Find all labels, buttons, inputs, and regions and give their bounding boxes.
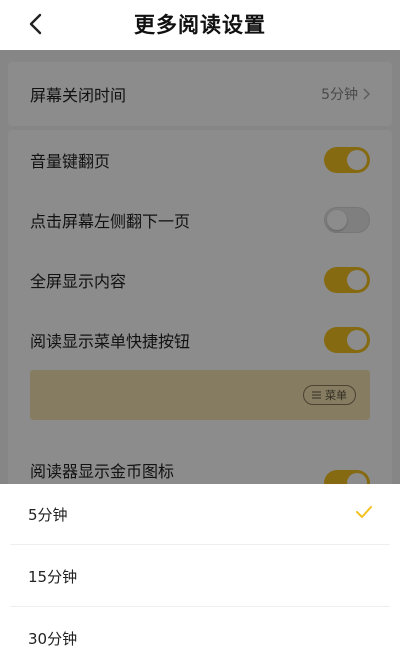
check-icon <box>356 506 372 518</box>
option-30min[interactable]: 30分钟 <box>0 608 400 666</box>
divider <box>10 544 390 545</box>
option-label: 30分钟 <box>28 629 78 648</box>
option-label: 15分钟 <box>28 567 78 586</box>
option-label: 5分钟 <box>28 505 68 524</box>
option-5min[interactable]: 5分钟 <box>0 484 400 544</box>
option-15min[interactable]: 15分钟 <box>0 546 400 606</box>
top-bar: 更多阅读设置 <box>0 0 400 50</box>
page-title: 更多阅读设置 <box>134 13 266 37</box>
divider <box>10 606 390 607</box>
screen-off-picker: 5分钟 15分钟 30分钟 <box>0 484 400 666</box>
